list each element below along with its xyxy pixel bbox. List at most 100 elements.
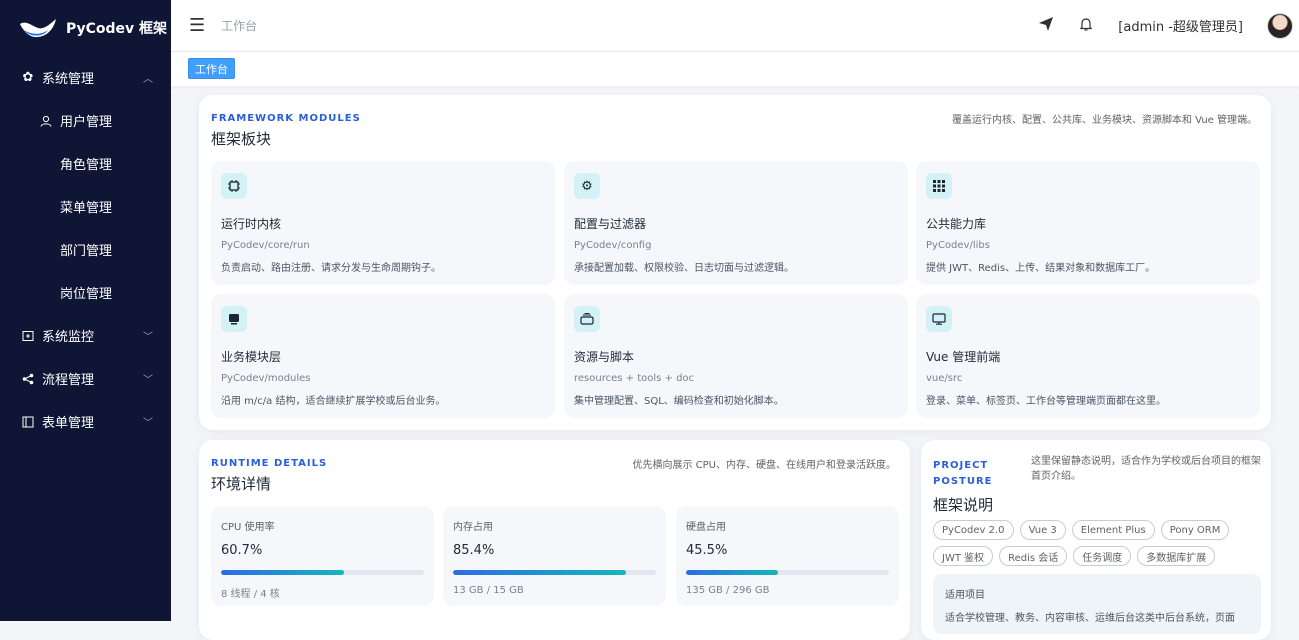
modules-title: 框架板块: [211, 130, 272, 148]
module-path: PyCodev/config: [574, 240, 652, 251]
module-name: 配置与过滤器: [574, 217, 647, 231]
progress-bar: [453, 570, 656, 575]
chip: PyCodev 2.0: [933, 520, 1014, 540]
module-name: 公共能力库: [926, 217, 987, 231]
sidebar-item-label: 表单管理: [42, 416, 95, 431]
tags-view: 工作台: [171, 52, 1299, 86]
applicable-title: 适用项目: [945, 590, 985, 601]
brand[interactable]: PyCodev 框架: [0, 0, 171, 56]
chip: Redis 会话: [999, 546, 1068, 566]
module-desc: 承接配置加载、权限校验、日志切面与过滤逻辑。: [574, 263, 794, 274]
sidebar-item-label: 菜单管理: [60, 201, 113, 216]
top-bar: ☰ 工作台 [admin -超级管理员]: [171, 0, 1299, 52]
module-name: 业务模块层: [221, 350, 282, 364]
chip-icon: [221, 173, 247, 199]
chevron-up-icon: ︿: [143, 74, 153, 85]
metric-foot: 135 GB / 296 GB: [686, 585, 770, 596]
runtime-eyebrow: RUNTIME DETAILS: [211, 458, 328, 469]
avatar[interactable]: [1267, 12, 1293, 39]
project-title: 框架说明: [933, 496, 994, 514]
whale-logo-icon: [20, 19, 56, 38]
send-icon[interactable]: [1038, 16, 1054, 36]
progress-bar: [221, 570, 424, 575]
chip: JWT 鉴权: [933, 546, 994, 566]
progress-bar: [686, 570, 889, 575]
tag-workbench[interactable]: 工作台: [188, 58, 235, 79]
module-path: PyCodev/core/run: [221, 240, 310, 251]
metric-value: 60.7%: [221, 543, 263, 558]
tech-chips: PyCodev 2.0 Vue 3 Element Plus Pony ORM …: [933, 520, 1263, 566]
sidebar-item-roles[interactable]: 角色管理: [0, 142, 171, 185]
module-card-libs[interactable]: 公共能力库 PyCodev/libs 提供 JWT、Redis、上传、结果对象和…: [916, 161, 1260, 285]
module-desc: 登录、菜单、标签页、工作台等管理端页面都在这里。: [926, 396, 1166, 407]
monitor-icon: [926, 306, 952, 332]
sidebar-item-process[interactable]: 流程管理 ﹀: [0, 357, 171, 400]
module-card-core[interactable]: 运行时内核 PyCodev/core/run 负责启动、路由注册、请求分发与生命…: [211, 161, 555, 285]
module-path: PyCodev/libs: [926, 240, 990, 251]
modules-desc: 覆盖运行内核、配置、公共库、业务模块、资源脚本和 Vue 管理端。: [951, 115, 1257, 126]
runtime-desc: 优先横向展示 CPU、内存、硬盘、在线用户和登录活跃度。: [632, 460, 896, 471]
brand-title: PyCodev 框架: [66, 21, 168, 37]
chip: Vue 3: [1019, 520, 1066, 540]
chip: Pony ORM: [1160, 520, 1230, 540]
sidebar-item-monitor[interactable]: 系统监控 ﹀: [0, 314, 171, 357]
runtime-title: 环境详情: [211, 475, 272, 493]
chevron-down-icon: ﹀: [143, 418, 153, 429]
metric-foot: 8 线程 / 4 核: [221, 589, 280, 600]
chevron-down-icon: ﹀: [143, 332, 153, 343]
breadcrumb: 工作台: [221, 19, 258, 33]
sidebar-item-label: 角色管理: [60, 158, 113, 173]
sidebar: PyCodev 框架 ✿ 系统管理 ︿ 用户管理 角色管理 菜单管理 部门管理 …: [0, 0, 171, 621]
module-card-business[interactable]: 业务模块层 PyCodev/modules 沿用 m/c/a 结构，适合继续扩展…: [211, 294, 555, 418]
sidebar-item-system[interactable]: ✿ 系统管理 ︿: [0, 56, 171, 99]
sidebar-item-label: 系统管理: [42, 72, 95, 87]
sidebar-item-label: 流程管理: [42, 373, 95, 388]
module-desc: 集中管理配置、SQL、编码检查和初始化脚本。: [574, 396, 784, 407]
sidebar-item-menus[interactable]: 菜单管理: [0, 185, 171, 228]
user-menu[interactable]: [admin -超级管理员]: [1118, 16, 1243, 35]
metric-label: 内存占用: [453, 522, 493, 533]
sidebar-item-posts[interactable]: 岗位管理: [0, 271, 171, 314]
module-name: 资源与脚本: [574, 350, 635, 364]
module-card-config[interactable]: ⚙ 配置与过滤器 PyCodev/config 承接配置加载、权限校验、日志切面…: [564, 161, 908, 285]
chip: Element Plus: [1071, 520, 1155, 540]
metric-value: 85.4%: [453, 543, 495, 558]
menu-toggle-icon[interactable]: ☰: [189, 15, 205, 36]
gear-icon: ✿: [22, 70, 34, 85]
sidebar-item-departments[interactable]: 部门管理: [0, 228, 171, 271]
progress-fill: [686, 570, 779, 575]
module-path: resources + tools + doc: [574, 373, 695, 384]
top-right-actions: [admin -超级管理员]: [1038, 12, 1299, 39]
project-desc: 这里保留静态说明，适合作为学校或后台项目的框架首页介绍。: [1031, 456, 1261, 482]
share-icon: [20, 373, 36, 385]
module-desc: 提供 JWT、Redis、上传、结果对象和数据库工厂。: [926, 263, 1156, 274]
sidebar-item-label: 岗位管理: [60, 287, 113, 302]
gear-icon: ⚙: [574, 173, 600, 199]
module-path: vue/src: [926, 373, 963, 384]
chip: 多数据库扩展: [1137, 546, 1216, 566]
bell-icon[interactable]: [1078, 16, 1094, 36]
layers-icon: [574, 306, 600, 332]
module-card-resources[interactable]: 资源与脚本 resources + tools + doc 集中管理配置、SQL…: [564, 294, 908, 418]
metric-value: 45.5%: [686, 543, 728, 558]
user-icon: [38, 115, 54, 127]
applicable-box: 适用项目 适合学校管理、教务、内容审核、运维后台这类中后台系统，页面: [933, 574, 1261, 634]
grid-icon: [926, 173, 952, 199]
progress-fill: [221, 570, 345, 575]
project-card: PROJECT POSTURE 框架说明 这里保留静态说明，适合作为学校或后台项…: [921, 440, 1271, 640]
sidebar-item-label: 用户管理: [60, 115, 113, 130]
modules-card: FRAMEWORK MODULES 框架板块 覆盖运行内核、配置、公共库、业务模…: [199, 95, 1271, 430]
sidebar-item-label: 部门管理: [60, 244, 113, 259]
metric-label: CPU 使用率: [221, 522, 275, 533]
module-path: PyCodev/modules: [221, 373, 311, 384]
module-name: 运行时内核: [221, 217, 282, 231]
sidebar-item-users[interactable]: 用户管理: [0, 99, 171, 142]
chip: 任务调度: [1073, 546, 1132, 566]
metric-memory: 内存占用 85.4% 13 GB / 15 GB: [443, 506, 666, 606]
module-card-vue[interactable]: Vue 管理前端 vue/src 登录、菜单、标签页、工作台等管理端页面都在这里…: [916, 294, 1260, 418]
sidebar-item-forms[interactable]: 表单管理 ﹀: [0, 400, 171, 443]
module-name: Vue 管理前端: [926, 350, 1001, 364]
form-icon: [20, 416, 36, 428]
sidebar-item-label: 系统监控: [42, 330, 95, 345]
metric-label: 硬盘占用: [686, 522, 726, 533]
